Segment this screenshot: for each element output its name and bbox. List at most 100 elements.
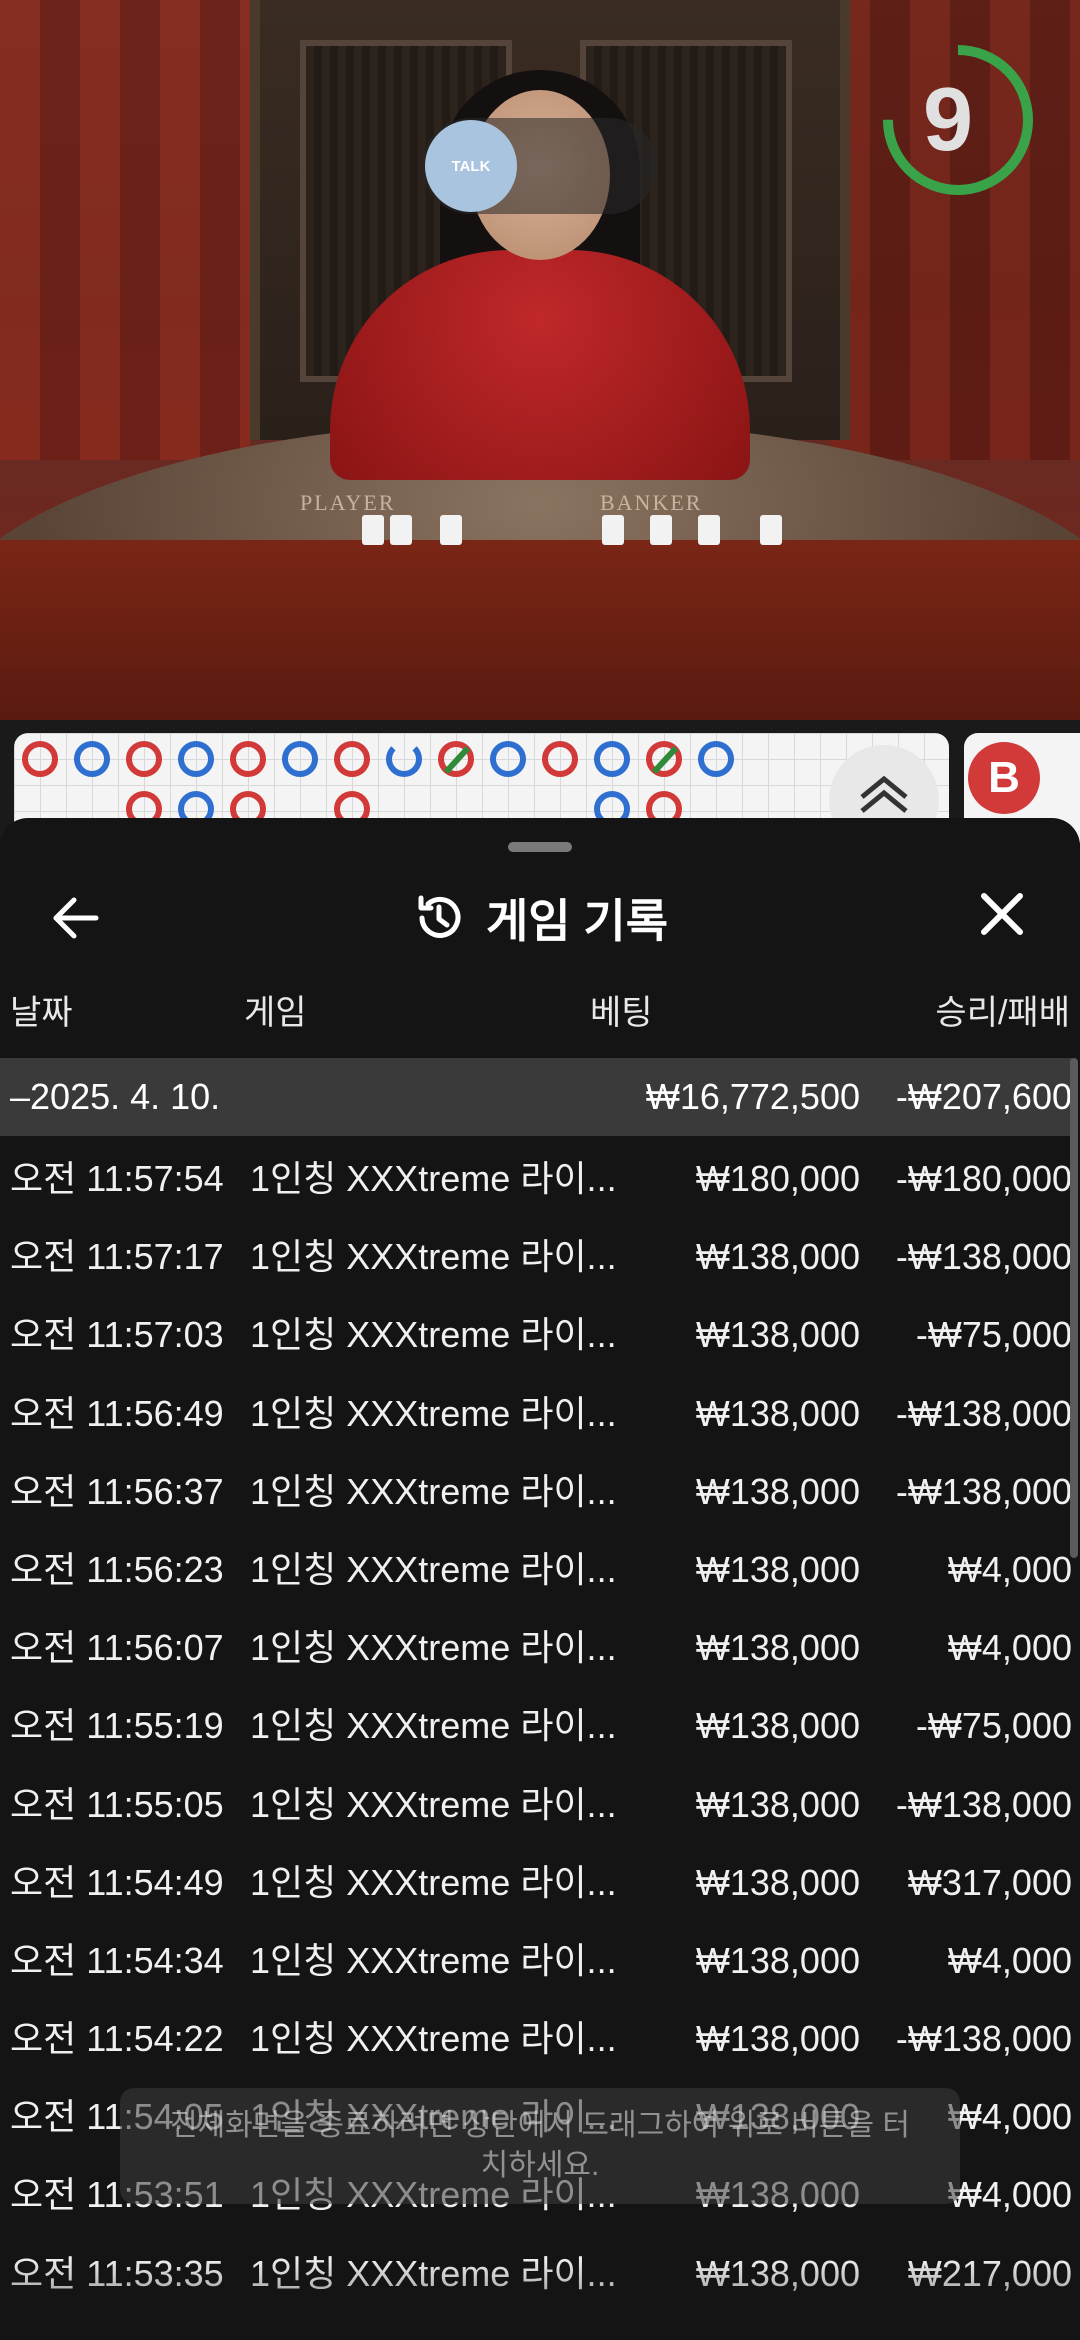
row-game: 1인칭 XXXtreme 라이... <box>250 1705 617 1747</box>
player-area-label: PLAYER <box>300 490 396 515</box>
road-bead-banker <box>230 741 266 777</box>
scrollbar[interactable] <box>1070 1058 1078 1558</box>
table-row[interactable]: 오전 11:56:49 1인칭 XXXtreme 라이... ₩138,000 -₩1… <box>0 1375 1080 1453</box>
tie-slash-icon <box>651 745 679 775</box>
row-bet: ₩138,000 <box>695 1236 860 1278</box>
row-bet: ₩138,000 <box>695 1939 860 1981</box>
date-group-result-total: -₩207,600 <box>895 1076 1072 1117</box>
tie-slash-icon <box>443 745 471 775</box>
row-time: 오전 11:57:03 <box>10 1314 224 1356</box>
table-row[interactable]: 오전 11:55:05 1인칭 XXXtreme 라이... ₩138,000 -₩1… <box>0 1766 1080 1844</box>
row-result: -₩138,000 <box>895 1392 1072 1434</box>
row-time: 오전 11:57:54 <box>10 1158 224 1199</box>
row-result: -₩138,000 <box>895 1783 1072 1825</box>
history-clock-icon <box>418 895 461 938</box>
row-result: -₩138,000 <box>895 1470 1072 1512</box>
playing-card <box>650 515 672 545</box>
close-icon[interactable] <box>972 884 1032 944</box>
row-time: 오전 11:56:23 <box>10 1548 224 1590</box>
row-result: -₩75,000 <box>915 1705 1072 1747</box>
row-time: 오전 11:54:49 <box>10 1861 224 1903</box>
table-row[interactable]: 오전 11:57:17 1인칭 XXXtreme 라이... ₩138,000 -₩1… <box>0 1218 1080 1296</box>
page-title: 게임 기록 <box>485 895 669 947</box>
playing-card <box>362 515 384 545</box>
row-result: ₩4,000 <box>947 1548 1072 1590</box>
live-video-feed[interactable]: PLAYER BANKER TALK 9 <box>0 0 1080 720</box>
row-result: ₩4,000 <box>947 2174 1072 2216</box>
row-time: 오전 11:57:17 <box>10 1236 224 1278</box>
road-bead-player <box>698 741 734 777</box>
road-bead-banker <box>22 741 58 777</box>
row-game: 1인칭 XXXtreme 라이... <box>250 1470 617 1512</box>
table-row[interactable]: 오전 11:56:37 1인칭 XXXtreme 라이... ₩138,000 -₩1… <box>0 1453 1080 1531</box>
row-result: -₩138,000 <box>895 1236 1072 1278</box>
row-bet: ₩180,000 <box>695 1158 860 1199</box>
date-group-label: –2025. 4. 10. <box>10 1076 221 1117</box>
row-result: ₩4,000 <box>947 1627 1072 1669</box>
date-group-bet-total: ₩16,772,500 <box>645 1076 860 1117</box>
row-time: 오전 11:54:22 <box>10 2018 224 2060</box>
playing-card <box>698 515 720 545</box>
playing-card <box>440 515 462 545</box>
toast-text: 전체화면을 종료하려면 상단에서 드래그하여 위로 버튼을 터치하세요. <box>169 2109 910 2182</box>
row-time: 오전 11:55:19 <box>10 1705 224 1747</box>
road-bead-player <box>178 741 214 777</box>
row-game: 1인칭 XXXtreme 라이... <box>250 1392 617 1434</box>
row-game: 1인칭 XXXtreme 라이... <box>250 1783 617 1825</box>
row-game: 1인칭 XXXtreme 라이... <box>250 1627 617 1669</box>
table-row[interactable]: 오전 11:54:22 1인칭 XXXtreme 라이... ₩138,000 -₩1… <box>0 2000 1080 2078</box>
road-bead-banker <box>126 741 162 777</box>
row-result: ₩4,000 <box>947 1939 1072 1981</box>
fullscreen-toast: 전체화면을 종료하려면 상단에서 드래그하여 위로 버튼을 터치하세요. <box>120 2088 960 2204</box>
row-game: 1인칭 XXXtreme 라이... <box>250 1861 617 1903</box>
table-row[interactable]: 오전 11:56:23 1인칭 XXXtreme 라이... ₩138,000 ₩4,… <box>0 1531 1080 1609</box>
row-result: -₩180,000 <box>895 1158 1072 1199</box>
row-bet: ₩138,000 <box>695 1548 860 1590</box>
row-result: ₩4,000 <box>947 2096 1072 2138</box>
list-fade <box>0 2258 1080 2340</box>
row-bet: ₩138,000 <box>695 2018 860 2060</box>
talk-icon-label: TALK <box>451 157 491 175</box>
playing-card <box>760 515 782 545</box>
table-front <box>0 540 1080 720</box>
row-game: 1인칭 XXXtreme 라이... <box>250 1548 617 1590</box>
road-bead-banker <box>334 741 370 777</box>
row-game: 1인칭 XXXtreme 라이... <box>250 1158 617 1199</box>
row-bet: ₩138,000 <box>695 1314 860 1356</box>
row-bet: ₩138,000 <box>695 1783 860 1825</box>
countdown-timer: 9 <box>922 69 974 170</box>
road-bead-banker <box>542 741 578 777</box>
playing-card <box>602 515 624 545</box>
column-header-bet: 베팅 <box>590 994 653 1032</box>
drag-handle[interactable] <box>508 842 572 852</box>
row-bet: ₩138,000 <box>695 1705 860 1747</box>
table-row[interactable]: 오전 11:54:34 1인칭 XXXtreme 라이... ₩138,000 ₩4,… <box>0 1922 1080 2000</box>
date-group-row[interactable]: –2025. 4. 10. ₩16,772,500 -₩207,600 <box>0 1058 1072 1136</box>
sheet-header: 게임 기록 <box>0 878 1080 958</box>
talk-chat-button[interactable]: TALK <box>425 120 517 212</box>
table-row[interactable]: 오전 11:57:54 1인칭 XXXtreme 라이... ₩180,000 -₩1… <box>0 1140 1080 1218</box>
table-row[interactable]: 오전 11:54:49 1인칭 XXXtreme 라이... ₩138,000 ₩31… <box>0 1844 1080 1922</box>
banker-badge: B <box>968 742 1040 814</box>
table-row[interactable]: 오전 11:55:19 1인칭 XXXtreme 라이... ₩138,000 -₩7… <box>0 1687 1080 1765</box>
road-bead-player <box>490 741 526 777</box>
road-bead-player <box>594 741 630 777</box>
column-header-game: 게임 <box>244 994 307 1032</box>
column-header-result: 승리/패배 <box>935 994 1070 1032</box>
column-header-date: 날짜 <box>10 994 73 1032</box>
row-time: 오전 11:56:07 <box>10 1627 224 1669</box>
road-bead-player <box>386 741 422 777</box>
table-row[interactable]: 오전 11:57:03 1인칭 XXXtreme 라이... ₩138,000 -₩7… <box>0 1296 1080 1374</box>
playing-card <box>390 515 412 545</box>
row-game: 1인칭 XXXtreme 라이... <box>250 1314 617 1356</box>
road-bead-player <box>282 741 318 777</box>
row-bet: ₩138,000 <box>695 1392 860 1434</box>
row-game: 1인칭 XXXtreme 라이... <box>250 1236 617 1278</box>
road-bead-player <box>74 741 110 777</box>
row-game: 1인칭 XXXtreme 라이... <box>250 1939 617 1981</box>
row-result: -₩138,000 <box>895 2018 1072 2060</box>
table-row[interactable]: 오전 11:56:07 1인칭 XXXtreme 라이... ₩138,000 ₩4,… <box>0 1609 1080 1687</box>
row-time: 오전 11:56:49 <box>10 1392 224 1434</box>
row-bet: ₩138,000 <box>695 1627 860 1669</box>
decor-wall-left <box>0 0 250 460</box>
